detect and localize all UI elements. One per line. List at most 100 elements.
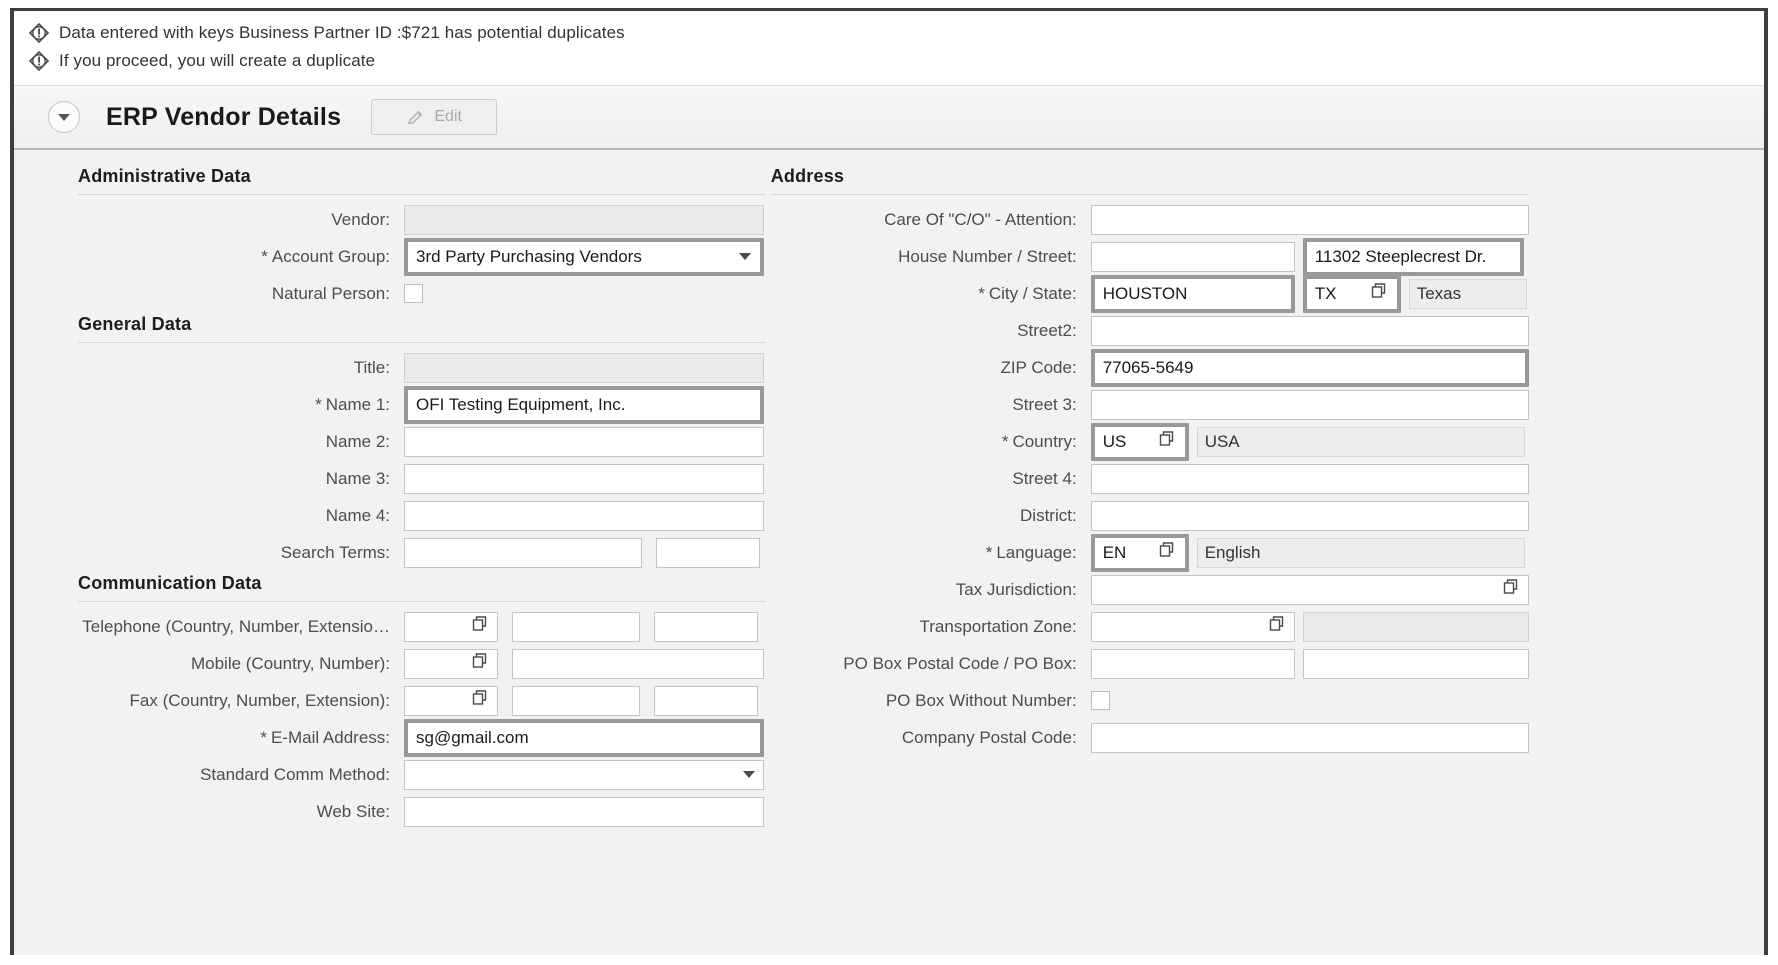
zip-input[interactable]: 77065-5649 xyxy=(1095,353,1525,383)
value-help-icon[interactable] xyxy=(472,615,490,638)
telephone-country-input[interactable] xyxy=(404,612,498,642)
value-help-icon[interactable] xyxy=(1159,430,1177,453)
mobile-number-input[interactable] xyxy=(512,649,764,679)
country-code-input[interactable]: US xyxy=(1095,427,1185,457)
name3-label: Name 3: xyxy=(70,469,404,489)
po-box-input[interactable] xyxy=(1303,649,1529,679)
city-highlight-wrapper: HOUSTON xyxy=(1091,275,1295,313)
collapse-toggle-button[interactable] xyxy=(48,101,80,133)
panel-header: ERP Vendor Details Edit xyxy=(14,86,1764,150)
fax-extension-input[interactable] xyxy=(654,686,758,716)
field-row-name4: Name 4: xyxy=(70,497,771,534)
transportation-zone-field-wrapper xyxy=(1091,612,1529,642)
name3-input[interactable] xyxy=(404,464,764,494)
required-indicator: * xyxy=(978,284,985,303)
field-row-name1: *Name 1: OFI Testing Equipment, Inc. xyxy=(70,386,771,423)
general-data-group: General Data Title: *Name 1: xyxy=(70,314,771,571)
house-number-input[interactable] xyxy=(1091,242,1295,272)
company-postal-code-input[interactable] xyxy=(1091,723,1529,753)
email-input[interactable]: sg@gmail.com xyxy=(408,723,760,753)
name2-input[interactable] xyxy=(404,427,764,457)
message-row: Data entered with keys Business Partner … xyxy=(28,19,1764,47)
state-code-input[interactable]: TX xyxy=(1307,279,1397,309)
street4-label: Street 4: xyxy=(771,469,1091,489)
name4-input[interactable] xyxy=(404,501,764,531)
tax-jurisdiction-input[interactable] xyxy=(1091,575,1529,605)
email-label: *E-Mail Address: xyxy=(70,728,404,748)
natural-person-checkbox[interactable] xyxy=(404,284,423,303)
po-box-without-number-checkbox[interactable] xyxy=(1091,691,1110,710)
value-help-icon[interactable] xyxy=(1503,578,1521,601)
field-row-street4: Street 4: xyxy=(771,460,1764,497)
district-input[interactable] xyxy=(1091,501,1529,531)
street-input[interactable]: 11302 Steeplecrest Dr. xyxy=(1307,242,1520,272)
company-postal-code-label: Company Postal Code: xyxy=(771,728,1091,748)
account-group-select[interactable]: 3rd Party Purchasing Vendors xyxy=(408,242,760,272)
district-label: District: xyxy=(771,506,1091,526)
po-box-field-wrapper xyxy=(1091,649,1529,679)
mobile-field-wrapper xyxy=(404,649,764,679)
mobile-label: Mobile (Country, Number): xyxy=(70,654,404,674)
field-row-po-box: PO Box Postal Code / PO Box: xyxy=(771,645,1764,682)
house-street-field-wrapper: 11302 Steeplecrest Dr. xyxy=(1091,242,1524,272)
field-row-transportation-zone: Transportation Zone: xyxy=(771,608,1764,645)
section-divider xyxy=(78,342,766,343)
city-state-label: *City / State: xyxy=(771,284,1091,304)
name1-input[interactable]: OFI Testing Equipment, Inc. xyxy=(408,390,760,420)
search-terms-field-wrapper xyxy=(404,538,760,568)
care-of-input[interactable] xyxy=(1091,205,1529,235)
search-term-2-input[interactable] xyxy=(656,538,760,568)
name2-label: Name 2: xyxy=(70,432,404,452)
search-term-1-input[interactable] xyxy=(404,538,642,568)
address-title: Address xyxy=(771,166,1764,187)
street3-input[interactable] xyxy=(1091,390,1529,420)
standard-comm-method-select[interactable] xyxy=(404,760,764,790)
fax-country-input[interactable] xyxy=(404,686,498,716)
value-help-icon[interactable] xyxy=(1371,282,1389,305)
field-row-tax-jurisdiction: Tax Jurisdiction: xyxy=(771,571,1764,608)
telephone-extension-input[interactable] xyxy=(654,612,758,642)
field-row-fax: Fax (Country, Number, Extension): xyxy=(70,682,771,719)
language-code-input[interactable]: EN xyxy=(1095,538,1185,568)
city-input[interactable]: HOUSTON xyxy=(1095,279,1291,309)
website-input[interactable] xyxy=(404,797,764,827)
value-help-icon[interactable] xyxy=(472,689,490,712)
street2-input[interactable] xyxy=(1091,316,1529,346)
transportation-zone-input[interactable] xyxy=(1091,612,1295,642)
communication-data-group: Communication Data Telephone (Country, N… xyxy=(70,573,771,830)
name1-label: *Name 1: xyxy=(70,395,404,415)
communication-data-title: Communication Data xyxy=(78,573,771,594)
field-row-email: *E-Mail Address: sg@gmail.com xyxy=(70,719,771,756)
transportation-zone-description xyxy=(1303,612,1529,642)
street3-field-wrapper xyxy=(1091,390,1529,420)
pencil-icon xyxy=(406,108,425,127)
field-row-standard-comm-method: Standard Comm Method: xyxy=(70,756,771,793)
value-help-icon[interactable] xyxy=(472,652,490,675)
message-text: If you proceed, you will create a duplic… xyxy=(59,51,375,71)
section-divider xyxy=(78,601,766,602)
standard-comm-method-label: Standard Comm Method: xyxy=(70,765,404,785)
street4-input[interactable] xyxy=(1091,464,1529,494)
chevron-down-icon xyxy=(58,114,70,121)
message-text: Data entered with keys Business Partner … xyxy=(59,23,625,43)
edit-button[interactable]: Edit xyxy=(371,99,497,135)
language-code-highlight-wrapper: EN xyxy=(1091,534,1189,572)
mobile-country-input[interactable] xyxy=(404,649,498,679)
value-help-icon[interactable] xyxy=(1269,615,1287,638)
telephone-number-input[interactable] xyxy=(512,612,640,642)
field-row-city-state: *City / State: HOUSTON TX xyxy=(771,275,1764,312)
required-indicator: * xyxy=(1002,432,1009,451)
natural-person-label: Natural Person: xyxy=(70,284,404,304)
chevron-down-icon xyxy=(739,253,751,260)
field-row-company-postal-code: Company Postal Code: xyxy=(771,719,1764,756)
country-code-highlight-wrapper: US xyxy=(1091,423,1189,461)
account-group-label: *Account Group: xyxy=(70,247,404,267)
website-field-wrapper xyxy=(404,797,764,827)
po-box-postal-code-input[interactable] xyxy=(1091,649,1295,679)
fax-number-input[interactable] xyxy=(512,686,640,716)
tax-jurisdiction-label: Tax Jurisdiction: xyxy=(771,580,1091,600)
title-input xyxy=(404,353,764,383)
field-row-po-box-without-number: PO Box Without Number: xyxy=(771,682,1764,719)
value-help-icon[interactable] xyxy=(1159,541,1177,564)
page-title: ERP Vendor Details xyxy=(106,103,341,132)
